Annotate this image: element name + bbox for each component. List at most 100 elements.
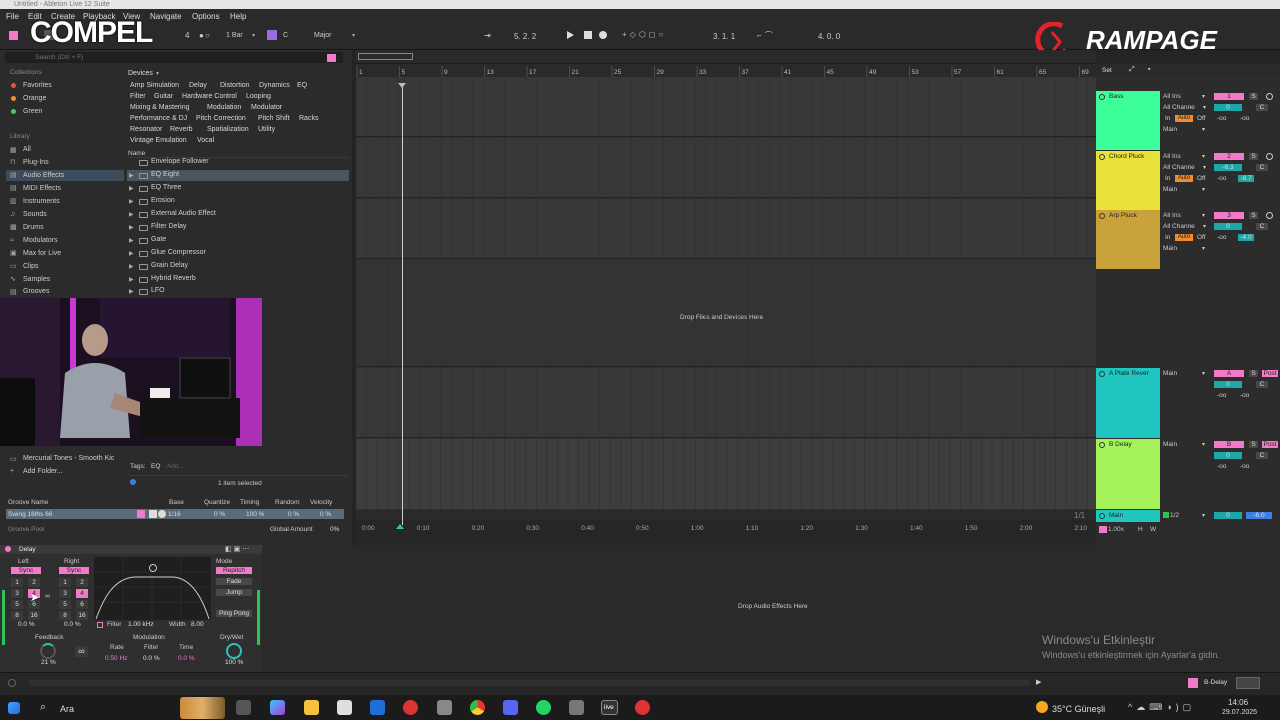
scale-mode-icon[interactable] <box>267 30 277 40</box>
mode-jump-button[interactable]: Jump <box>216 589 252 596</box>
send-a[interactable]: -oo <box>1217 115 1226 122</box>
input-type[interactable]: All Ins <box>1163 212 1181 219</box>
track-arm-number[interactable]: 1 <box>1214 93 1244 100</box>
solo-button[interactable]: S <box>1249 212 1258 219</box>
device-cat-modulation[interactable]: Modulation <box>207 104 241 111</box>
track-activator-icon[interactable] <box>1099 371 1105 377</box>
width-value[interactable]: 8.00 <box>191 621 204 628</box>
collection-orange[interactable]: Orange <box>23 95 46 102</box>
library-grooves[interactable]: Grooves <box>23 288 49 295</box>
expand-triangle-icon[interactable]: ▶ <box>129 237 134 244</box>
device-cat-utility[interactable]: Utility <box>258 126 275 133</box>
groove-commit-icon[interactable] <box>158 510 166 518</box>
solo-button[interactable]: S <box>1249 153 1258 160</box>
whatsapp-icon[interactable] <box>536 700 551 715</box>
record-icon[interactable] <box>599 31 607 39</box>
output-select[interactable]: Main <box>1163 186 1177 193</box>
start-marker-icon[interactable] <box>396 524 404 529</box>
expand-triangle-icon[interactable]: ▶ <box>129 224 134 231</box>
output-select[interactable]: Main <box>1163 245 1177 252</box>
store-icon[interactable] <box>337 700 352 715</box>
follow-arrow-icon[interactable]: ⇥ <box>484 31 491 40</box>
freeze-infinity-icon[interactable]: ∞ <box>75 646 88 657</box>
menu-navigate[interactable]: Navigate <box>150 12 182 21</box>
send-a[interactable]: -oo <box>1217 463 1226 470</box>
delay-time-key-16[interactable]: 16 <box>76 611 88 620</box>
device-cat-filter[interactable]: Filter <box>130 93 146 100</box>
device-cat-looping[interactable]: Looping <box>246 93 271 100</box>
menu-options[interactable]: Options <box>192 12 220 21</box>
groove-row-base[interactable]: 1/16 <box>168 511 181 518</box>
status-info-icon[interactable] <box>8 679 16 687</box>
add-folder-link[interactable]: Add Folder... <box>23 468 63 475</box>
track-arm-number[interactable]: 3 <box>1214 212 1244 219</box>
play-small-icon[interactable]: ▶ <box>1036 678 1041 686</box>
tray-icons-icon[interactable]: ^☁⌨◑)▢ <box>1128 702 1195 713</box>
ableton-live-taskbar-icon[interactable]: live <box>601 700 618 715</box>
library-instruments[interactable]: Instruments <box>23 198 60 205</box>
expand-triangle-icon[interactable]: ▶ <box>129 198 134 205</box>
device-cat-delay[interactable]: Delay <box>189 82 207 89</box>
delay-time-key-4[interactable]: 4 <box>76 589 88 598</box>
file-external-audio-effect[interactable]: External Audio Effect <box>151 210 216 217</box>
draw-mode-icon[interactable]: ⌐⌒ <box>757 30 776 41</box>
key-select[interactable]: C <box>283 32 288 39</box>
file-envelope-follower[interactable]: Envelope Follower <box>151 158 209 165</box>
clock-time[interactable]: 14:06 <box>1228 698 1248 707</box>
monitor-in-button[interactable]: In <box>1165 175 1170 182</box>
delay-time-key-8[interactable]: 8 <box>11 611 23 620</box>
groove-row-random[interactable]: 0 % <box>288 511 299 518</box>
monitor-auto-button[interactable]: Auto <box>1175 234 1193 241</box>
track-title-4[interactable]: B Delay <box>1096 439 1160 509</box>
post-button[interactable]: Post <box>1262 441 1278 448</box>
library-samples[interactable]: Samples <box>23 276 50 283</box>
send-b[interactable]: -oo <box>1240 115 1249 122</box>
track-volume[interactable]: -6.3 <box>1214 164 1242 171</box>
library-sounds[interactable]: Sounds <box>23 211 47 218</box>
device-cat-performance[interactable]: Performance & DJ <box>130 115 187 122</box>
h-button[interactable]: H <box>1138 526 1143 533</box>
groove-row-quantize[interactable]: 0 % <box>214 511 225 518</box>
track-pan[interactable]: C <box>1256 104 1268 111</box>
right-sync-button[interactable]: Sync <box>59 567 89 574</box>
feedback-knob[interactable] <box>40 643 56 659</box>
device-cat-racks[interactable]: Racks <box>299 115 318 122</box>
device-cat-modulator[interactable]: Modulator <box>251 104 282 111</box>
opera-icon[interactable] <box>403 700 418 715</box>
file-glue-compressor[interactable]: Glue Compressor <box>151 249 206 256</box>
send-a[interactable]: -oo <box>1217 234 1226 241</box>
filter-toggle-checkbox[interactable] <box>97 622 103 628</box>
link-indicator-icon[interactable] <box>9 31 18 40</box>
track-pan[interactable]: C <box>1256 381 1268 388</box>
track-pan[interactable]: C <box>1256 452 1268 459</box>
right-offset-value[interactable]: 0.0 % <box>64 621 81 628</box>
playhead-marker-icon[interactable] <box>398 83 406 88</box>
metronome-icon[interactable]: ● <box>199 31 204 40</box>
track-extra[interactable]: -6.0 <box>1246 512 1272 519</box>
track-title-2[interactable]: Arp Pluck <box>1096 210 1160 269</box>
monitor-off-button[interactable]: Off <box>1197 234 1206 241</box>
delay-time-key-6[interactable]: 6 <box>76 600 88 609</box>
monitor-in-button[interactable]: In <box>1165 234 1170 241</box>
monitor-off-button[interactable]: Off <box>1197 175 1206 182</box>
arrangement-view[interactable]: Drop Files and Devices Here 1 5 9 13 17 21 25 2… <box>356 50 1096 545</box>
return-track-letter[interactable]: B <box>1214 441 1244 448</box>
library-audio-effects[interactable]: Audio Effects <box>23 172 64 179</box>
groove-hot-swap-icon[interactable] <box>137 510 145 518</box>
expand-triangle-icon[interactable]: ▶ <box>129 250 134 257</box>
expand-triangle-icon[interactable]: ▶ <box>129 211 134 218</box>
windows-start-icon[interactable] <box>8 702 20 714</box>
library-clips[interactable]: Clips <box>23 263 39 270</box>
groove-row-velocity[interactable]: 0 % <box>320 511 331 518</box>
file-eq-eight[interactable]: EQ Eight <box>151 171 179 178</box>
output-select[interactable]: Main <box>1163 126 1177 133</box>
library-plug-ins[interactable]: Plug-Ins <box>23 159 49 166</box>
ping-pong-button[interactable]: Ping Pong <box>216 610 252 617</box>
delay-time-key-5[interactable]: 5 <box>59 600 71 609</box>
track-num[interactable]: 1/2 <box>1170 512 1179 519</box>
track-title-5[interactable]: Main <box>1096 510 1160 522</box>
transport-tools-icon[interactable]: +◇⬡◻○ <box>622 30 666 39</box>
tag-add[interactable]: Add... <box>167 463 184 470</box>
groove-row[interactable]: Swing 16ths 66 1/16 0 % 100 % 0 % 0 % <box>6 509 344 519</box>
device-on-icon[interactable] <box>5 546 11 552</box>
